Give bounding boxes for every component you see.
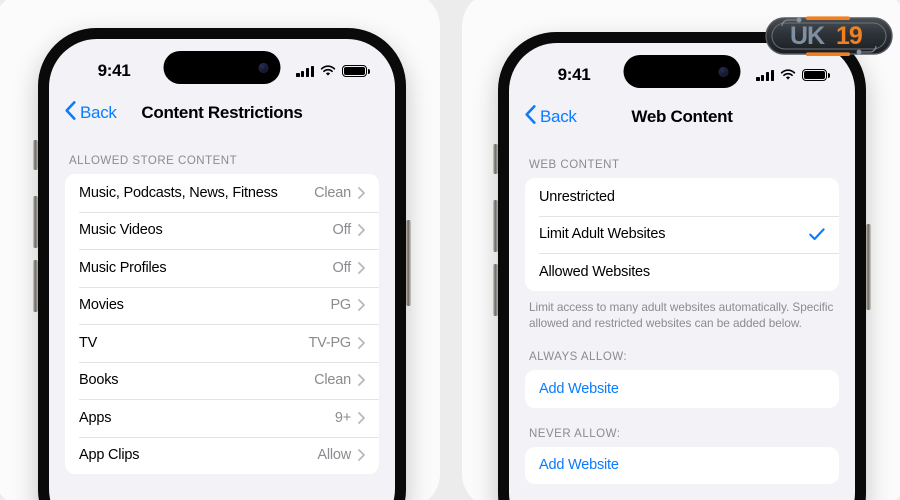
chevron-right-icon bbox=[358, 261, 365, 274]
watermark-text-left: UK bbox=[790, 22, 825, 50]
list-item-allowed-websites[interactable]: Allowed Websites bbox=[525, 253, 839, 291]
row-value: PG bbox=[330, 297, 351, 314]
screen-right: 9:41 Back Web Content WEB CONTENT Unrest… bbox=[509, 43, 855, 500]
settings-card-never-allow: Add Website bbox=[525, 446, 839, 485]
power-button-left-phone[interactable] bbox=[406, 220, 411, 306]
chevron-left-icon bbox=[65, 101, 76, 125]
add-website-button-always-allow[interactable]: Add Website bbox=[525, 370, 839, 408]
action-button-left-phone[interactable] bbox=[33, 140, 38, 170]
row-label: Music Videos bbox=[79, 222, 163, 239]
wifi-icon bbox=[780, 69, 796, 81]
section-header-always-allow: ALWAYS ALLOW: bbox=[529, 351, 628, 364]
battery-icon bbox=[802, 68, 830, 82]
settings-card-web-content: Unrestricted Limit Adult Websites Allowe… bbox=[525, 178, 839, 291]
list-item-limit-adult-websites[interactable]: Limit Adult Websites bbox=[525, 215, 839, 254]
settings-card-always-allow: Add Website bbox=[525, 370, 839, 408]
section-header-web-content: WEB CONTENT bbox=[529, 159, 620, 171]
phone-right: 9:41 Back Web Content WEB CONTENT Unrest… bbox=[493, 29, 871, 500]
web-content-footnote: Limit access to many adult websites auto… bbox=[529, 299, 834, 330]
cellular-bars-icon bbox=[756, 69, 774, 81]
list-item[interactable]: Movies PG bbox=[65, 286, 379, 325]
row-label: Music Profiles bbox=[79, 259, 167, 276]
list-item-unrestricted[interactable]: Unrestricted bbox=[525, 178, 839, 216]
status-clock: 9:41 bbox=[97, 61, 131, 80]
row-label: Add Website bbox=[539, 457, 619, 474]
dynamic-island bbox=[623, 55, 741, 88]
nav-bar-right: Back Web Content bbox=[509, 95, 855, 139]
list-item[interactable]: Music, Podcasts, News, Fitness Clean bbox=[65, 174, 379, 212]
status-indicators bbox=[296, 64, 370, 78]
list-item[interactable]: Books Clean bbox=[65, 361, 379, 400]
row-value: Clean bbox=[314, 372, 351, 389]
list-item[interactable]: Music Profiles Off bbox=[65, 249, 379, 287]
row-label: Music, Podcasts, News, Fitness bbox=[79, 184, 278, 201]
row-value: TV-PG bbox=[308, 334, 351, 351]
add-website-button-never-allow[interactable]: Add Website bbox=[525, 447, 839, 485]
power-button-right-phone[interactable] bbox=[866, 224, 871, 310]
section-header-allowed-store-content: ALLOWED STORE CONTENT bbox=[69, 155, 238, 167]
status-indicators bbox=[756, 68, 830, 82]
row-label: TV bbox=[79, 334, 98, 351]
row-label: Apps bbox=[79, 409, 112, 426]
row-value: 9+ bbox=[334, 409, 351, 426]
list-item[interactable]: Music Videos Off bbox=[65, 211, 379, 250]
row-label: Unrestricted bbox=[539, 188, 615, 205]
watermark-logo: UK 19 bbox=[764, 13, 894, 59]
row-value: Off bbox=[332, 259, 352, 276]
wifi-icon bbox=[320, 65, 336, 77]
chevron-right-icon bbox=[358, 374, 365, 387]
list-item[interactable]: App Clips Allow bbox=[65, 436, 379, 475]
volume-down-button-left-phone[interactable] bbox=[33, 260, 38, 312]
back-button-label: Back bbox=[80, 103, 117, 122]
volume-up-button-right-phone[interactable] bbox=[493, 200, 498, 252]
checkmark-icon bbox=[809, 228, 825, 241]
back-button-label: Back bbox=[540, 107, 577, 126]
settings-card-allowed-store-content: Music, Podcasts, News, Fitness Clean Mus… bbox=[65, 174, 379, 474]
status-clock: 9:41 bbox=[557, 65, 591, 84]
list-item[interactable]: Apps 9+ bbox=[65, 399, 379, 437]
row-label: Allowed Websites bbox=[539, 263, 650, 280]
row-label: App Clips bbox=[79, 447, 140, 464]
chevron-right-icon bbox=[358, 224, 365, 237]
watermark-text-right: 19 bbox=[836, 22, 862, 50]
back-button[interactable]: Back bbox=[65, 101, 117, 125]
front-camera-icon bbox=[718, 66, 729, 77]
section-header-never-allow: NEVER ALLOW: bbox=[529, 427, 621, 440]
front-camera-icon bbox=[258, 62, 269, 73]
row-label: Movies bbox=[79, 297, 124, 314]
action-button-right-phone[interactable] bbox=[493, 144, 498, 174]
dynamic-island bbox=[163, 51, 281, 84]
content-right: WEB CONTENT Unrestricted Limit Adult Web… bbox=[509, 139, 855, 485]
content-left: ALLOWED STORE CONTENT Music, Podcasts, N… bbox=[49, 135, 395, 474]
row-label: Add Website bbox=[539, 380, 619, 397]
cellular-bars-icon bbox=[296, 65, 314, 77]
nav-bar-left: Back Content Restrictions bbox=[49, 91, 395, 135]
chevron-right-icon bbox=[358, 299, 365, 312]
status-bar-left: 9:41 bbox=[49, 39, 395, 91]
row-label: Books bbox=[79, 372, 119, 389]
battery-icon bbox=[342, 64, 370, 78]
back-button[interactable]: Back bbox=[525, 105, 577, 129]
row-value: Allow bbox=[317, 447, 351, 464]
chevron-left-icon bbox=[525, 105, 536, 129]
volume-up-button-left-phone[interactable] bbox=[33, 196, 38, 248]
row-label: Limit Adult Websites bbox=[539, 226, 666, 243]
volume-down-button-right-phone[interactable] bbox=[493, 264, 498, 316]
chevron-right-icon bbox=[358, 336, 365, 349]
screen-left: 9:41 Back Content Restrictions ALLOWED S… bbox=[49, 39, 395, 500]
chevron-right-icon bbox=[358, 186, 365, 199]
phone-left: 9:41 Back Content Restrictions ALLOWED S… bbox=[33, 25, 411, 500]
chevron-right-icon bbox=[358, 449, 365, 462]
list-item[interactable]: TV TV-PG bbox=[65, 324, 379, 362]
chevron-right-icon bbox=[358, 411, 365, 424]
row-value: Off bbox=[332, 222, 352, 239]
row-value: Clean bbox=[314, 184, 351, 201]
screenshot-stage: 9:41 Back Content Restrictions ALLOWED S… bbox=[0, 0, 900, 500]
